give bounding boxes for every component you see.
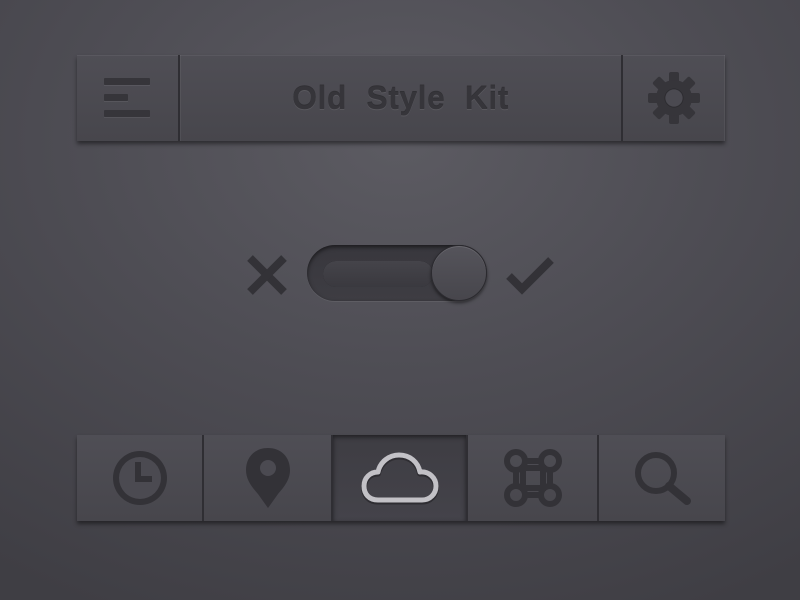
menu-button[interactable]	[77, 55, 180, 141]
bottom-tab-bar	[77, 435, 725, 521]
command-icon	[503, 449, 562, 507]
menu-icon	[103, 78, 150, 118]
top-navigation-bar: Old Style Kit	[77, 55, 725, 141]
page-title: Old Style Kit	[292, 79, 509, 116]
title-area: Old Style Kit	[180, 55, 621, 141]
search-icon	[635, 452, 691, 505]
tab-clock[interactable]	[77, 435, 204, 521]
location-pin-icon	[245, 448, 290, 508]
tab-search[interactable]	[599, 435, 725, 521]
toggle-switch[interactable]	[307, 245, 487, 301]
clock-icon	[112, 451, 167, 505]
tab-command[interactable]	[468, 435, 599, 521]
tab-cloud[interactable]	[333, 435, 468, 521]
check-icon[interactable]	[504, 252, 556, 298]
cloud-icon	[360, 452, 439, 505]
close-icon[interactable]	[244, 252, 290, 298]
settings-button[interactable]	[621, 55, 725, 141]
toggle-track	[323, 261, 433, 287]
gear-icon	[648, 72, 700, 124]
toggle-fill	[323, 261, 433, 287]
toggle-row	[240, 240, 560, 306]
toggle-knob[interactable]	[431, 245, 487, 301]
tab-location[interactable]	[204, 435, 333, 521]
